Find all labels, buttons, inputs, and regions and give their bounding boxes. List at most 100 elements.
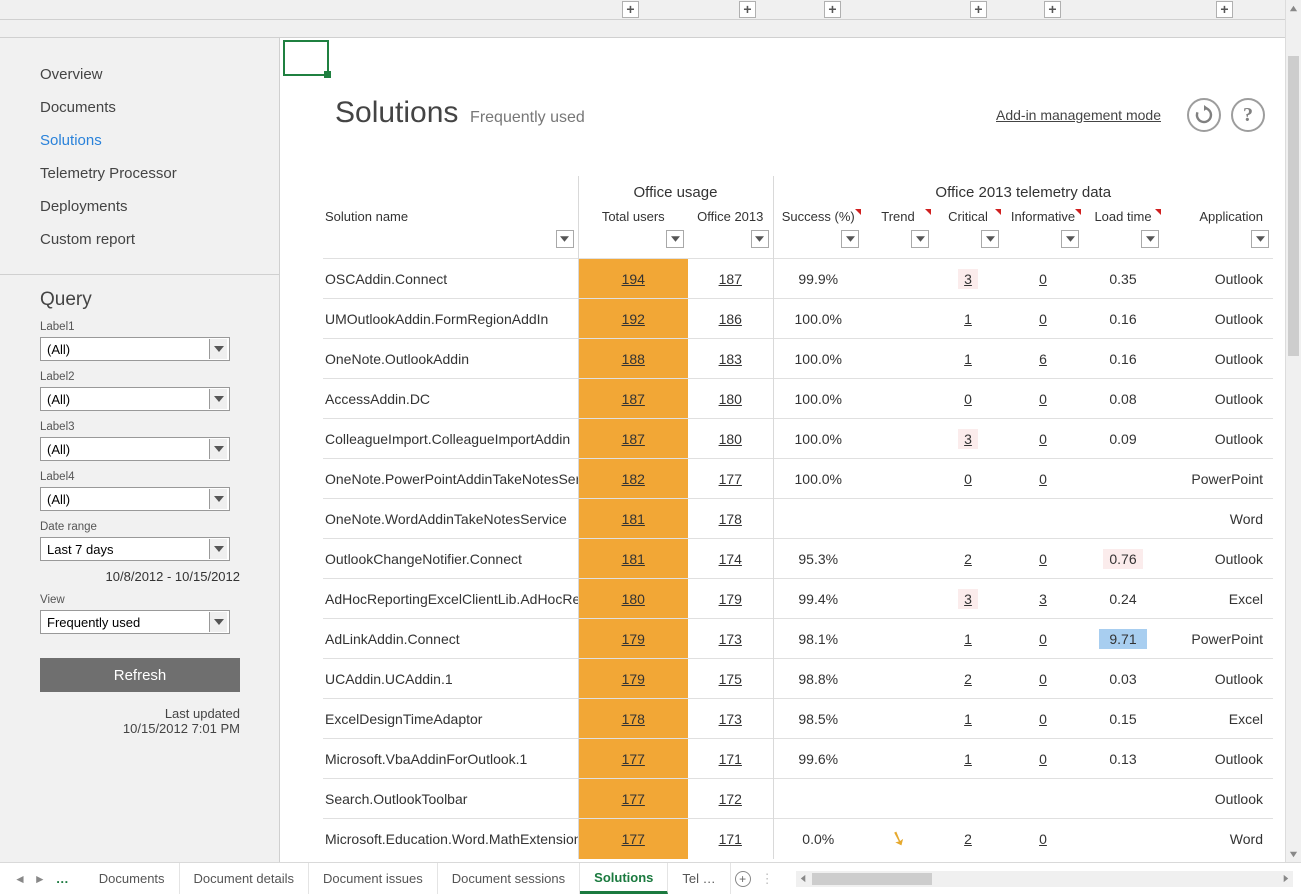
office-2013-link[interactable]: 186 [719, 311, 742, 327]
office-2013-link[interactable]: 171 [719, 751, 742, 767]
critical-link[interactable]: 2 [964, 551, 972, 567]
critical-link[interactable]: 0 [964, 391, 972, 407]
total-users-link[interactable]: 187 [622, 431, 645, 447]
office-2013-link[interactable]: 175 [719, 671, 742, 687]
management-mode-link[interactable]: Add-in management mode [996, 107, 1161, 123]
office-2013-link[interactable]: 180 [719, 391, 742, 407]
nav-solutions[interactable]: Solutions [0, 124, 279, 157]
total-users-link[interactable]: 177 [622, 791, 645, 807]
label4-select[interactable]: (All) [40, 487, 230, 511]
refresh-button[interactable]: Refresh [40, 658, 240, 692]
informative-link[interactable]: 0 [1039, 311, 1047, 327]
critical-link[interactable]: 3 [958, 589, 978, 609]
filter-dropdown[interactable] [666, 230, 684, 248]
collapse-toggle[interactable]: + [1044, 1, 1061, 18]
office-2013-link[interactable]: 174 [719, 551, 742, 567]
sheet-tab-document-issues[interactable]: Document issues [309, 863, 438, 894]
critical-link[interactable]: 0 [964, 471, 972, 487]
collapse-toggle[interactable]: + [622, 1, 639, 18]
scroll-up-arrow-icon[interactable] [1286, 0, 1301, 16]
nav-documents[interactable]: Documents [0, 91, 279, 124]
filter-dropdown[interactable] [556, 230, 574, 248]
office-2013-link[interactable]: 187 [719, 271, 742, 287]
scroll-left-arrow-icon[interactable] [796, 871, 812, 887]
critical-link[interactable]: 3 [958, 269, 978, 289]
filter-dropdown[interactable] [911, 230, 929, 248]
view-select[interactable]: Frequently used [40, 610, 230, 634]
horizontal-scrollbar[interactable] [796, 871, 1293, 887]
informative-link[interactable]: 0 [1039, 831, 1047, 847]
total-users-link[interactable]: 187 [622, 391, 645, 407]
sheet-more-icon[interactable]: … [50, 871, 75, 886]
sheet-next-icon[interactable]: ► [30, 872, 50, 886]
office-2013-link[interactable]: 180 [719, 431, 742, 447]
office-2013-link[interactable]: 173 [719, 711, 742, 727]
office-2013-link[interactable]: 177 [719, 471, 742, 487]
sheet-tab-tel-[interactable]: Tel … [668, 863, 730, 894]
scroll-thumb[interactable] [812, 873, 932, 885]
add-sheet-button[interactable]: + [731, 871, 755, 887]
filter-dropdown[interactable] [1141, 230, 1159, 248]
sheet-tab-document-sessions[interactable]: Document sessions [438, 863, 580, 894]
scroll-down-arrow-icon[interactable] [1286, 846, 1301, 862]
office-2013-link[interactable]: 178 [719, 511, 742, 527]
vertical-scrollbar[interactable] [1285, 0, 1301, 862]
scroll-right-arrow-icon[interactable] [1277, 871, 1293, 887]
informative-link[interactable]: 0 [1039, 431, 1047, 447]
critical-link[interactable]: 1 [964, 351, 972, 367]
critical-link[interactable]: 1 [964, 711, 972, 727]
office-2013-link[interactable]: 173 [719, 631, 742, 647]
total-users-link[interactable]: 194 [622, 271, 645, 287]
sheet-tab-document-details[interactable]: Document details [180, 863, 309, 894]
office-2013-link[interactable]: 179 [719, 591, 742, 607]
filter-dropdown[interactable] [1251, 230, 1269, 248]
critical-link[interactable]: 1 [964, 311, 972, 327]
sheet-tab-documents[interactable]: Documents [85, 863, 180, 894]
total-users-link[interactable]: 178 [622, 711, 645, 727]
critical-link[interactable]: 1 [964, 751, 972, 767]
sheet-prev-icon[interactable]: ◄ [10, 872, 30, 886]
total-users-link[interactable]: 181 [622, 551, 645, 567]
total-users-link[interactable]: 182 [622, 471, 645, 487]
informative-link[interactable]: 0 [1039, 711, 1047, 727]
scroll-thumb[interactable] [1288, 56, 1299, 356]
collapse-toggle[interactable]: + [824, 1, 841, 18]
informative-link[interactable]: 0 [1039, 551, 1047, 567]
informative-link[interactable]: 6 [1039, 351, 1047, 367]
label3-select[interactable]: (All) [40, 437, 230, 461]
informative-link[interactable]: 0 [1039, 751, 1047, 767]
total-users-link[interactable]: 177 [622, 831, 645, 847]
total-users-link[interactable]: 192 [622, 311, 645, 327]
informative-link[interactable]: 0 [1039, 391, 1047, 407]
total-users-link[interactable]: 179 [622, 671, 645, 687]
filter-dropdown[interactable] [841, 230, 859, 248]
collapse-toggle[interactable]: + [739, 1, 756, 18]
total-users-link[interactable]: 188 [622, 351, 645, 367]
sheet-tab-solutions[interactable]: Solutions [580, 863, 668, 894]
informative-link[interactable]: 0 [1039, 471, 1047, 487]
filter-dropdown[interactable] [981, 230, 999, 248]
informative-link[interactable]: 3 [1039, 591, 1047, 607]
filter-dropdown[interactable] [1061, 230, 1079, 248]
help-icon[interactable]: ? [1231, 98, 1265, 132]
collapse-toggle[interactable]: + [970, 1, 987, 18]
total-users-link[interactable]: 181 [622, 511, 645, 527]
informative-link[interactable]: 0 [1039, 671, 1047, 687]
informative-link[interactable]: 0 [1039, 271, 1047, 287]
critical-link[interactable]: 2 [964, 831, 972, 847]
total-users-link[interactable]: 179 [622, 631, 645, 647]
refresh-icon[interactable] [1187, 98, 1221, 132]
separator-grip-icon[interactable]: ⋮ [761, 871, 772, 887]
collapse-toggle[interactable]: + [1216, 1, 1233, 18]
critical-link[interactable]: 1 [964, 631, 972, 647]
office-2013-link[interactable]: 172 [719, 791, 742, 807]
nav-overview[interactable]: Overview [0, 58, 279, 91]
critical-link[interactable]: 2 [964, 671, 972, 687]
informative-link[interactable]: 0 [1039, 631, 1047, 647]
office-2013-link[interactable]: 183 [719, 351, 742, 367]
date-range-select[interactable]: Last 7 days [40, 537, 230, 561]
label1-select[interactable]: (All) [40, 337, 230, 361]
total-users-link[interactable]: 180 [622, 591, 645, 607]
nav-custom-report[interactable]: Custom report [0, 223, 279, 256]
filter-dropdown[interactable] [751, 230, 769, 248]
